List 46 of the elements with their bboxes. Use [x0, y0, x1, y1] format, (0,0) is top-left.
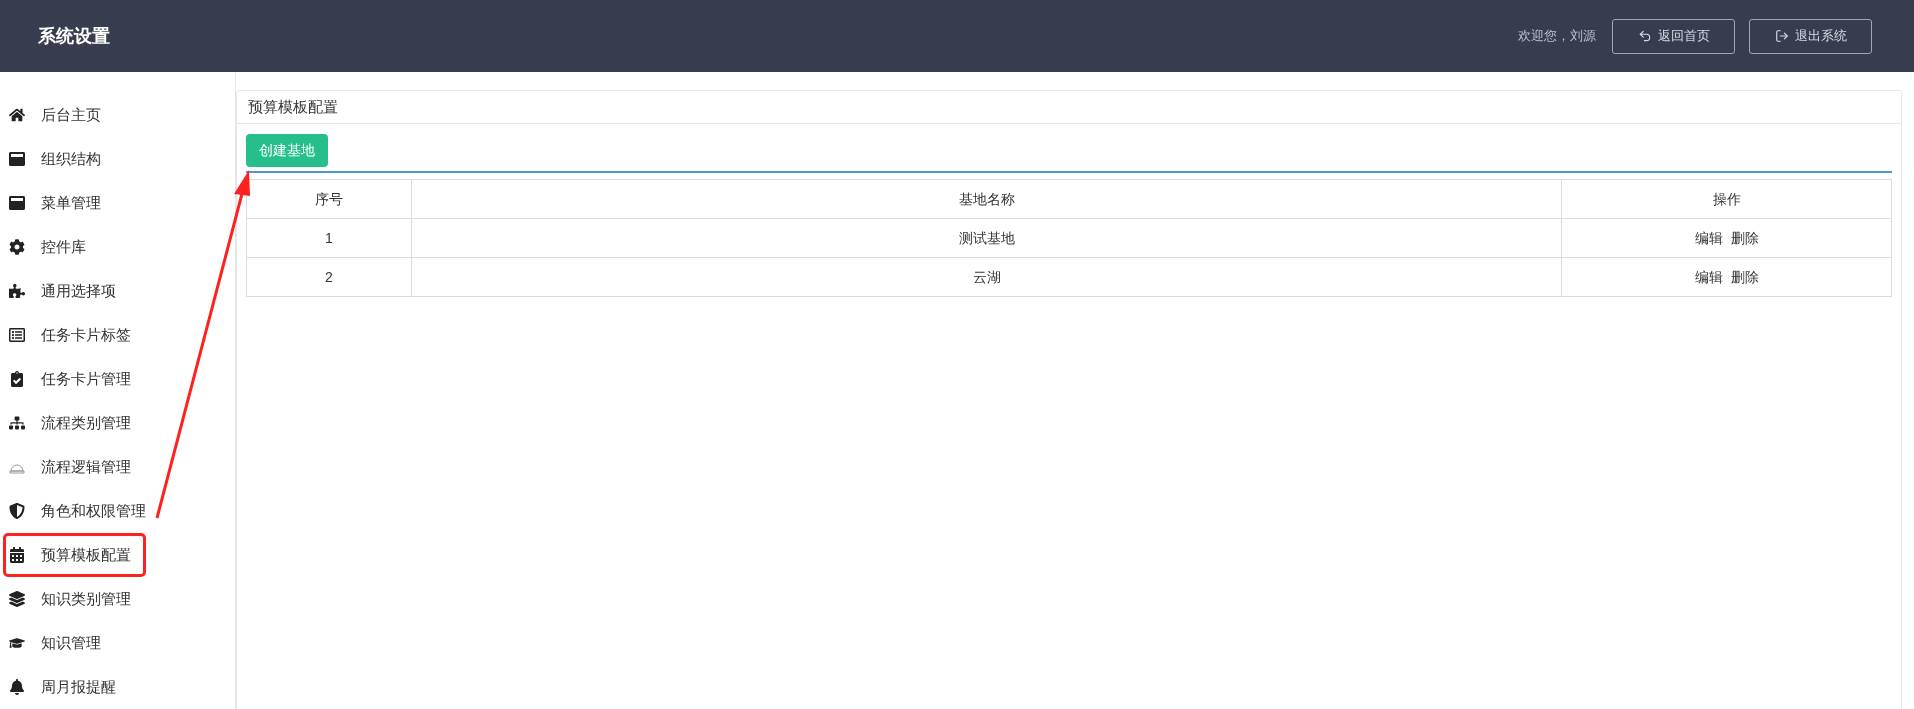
sidebar-item[interactable]: 任务卡片标签	[3, 313, 146, 357]
window-icon	[9, 195, 25, 211]
column-header: 基地名称	[411, 179, 1562, 219]
clipboard-check-icon	[9, 371, 25, 387]
sidebar-item[interactable]: 任务卡片管理	[3, 357, 146, 401]
layers-icon	[9, 591, 25, 607]
table-cell: 测试基地	[411, 218, 1562, 258]
column-header: 操作	[1561, 179, 1892, 219]
calendar-icon	[9, 547, 25, 563]
sidebar-item[interactable]: 流程逻辑管理	[3, 445, 146, 489]
puzzle-icon	[9, 283, 25, 299]
sidebar-item[interactable]: 组织结构	[3, 137, 146, 181]
delete-link[interactable]: 删除	[1730, 229, 1759, 246]
bell-icon	[9, 679, 25, 695]
graduation-cap-icon	[9, 635, 25, 651]
sidebar-item[interactable]: 流程类别管理	[3, 401, 146, 445]
window-icon	[9, 151, 25, 167]
user-name[interactable]: 刘源	[1570, 26, 1596, 46]
sidebar-item[interactable]: 通用选择项	[3, 269, 146, 313]
logout-icon	[1774, 29, 1789, 43]
undo-icon	[1637, 29, 1652, 43]
home-icon	[9, 107, 25, 123]
table-cell: 2	[246, 257, 412, 297]
sidebar-item[interactable]: 角色和权限管理	[3, 489, 146, 533]
panel-title: 预算模板配置	[248, 96, 338, 117]
app-title: 系统设置	[38, 24, 110, 48]
edit-link[interactable]: 编辑	[1694, 229, 1723, 246]
logout-button[interactable]: 退出系统	[1749, 18, 1872, 54]
table-cell: 云湖	[411, 257, 1562, 297]
shield-icon	[9, 503, 25, 519]
column-header: 序号	[246, 179, 412, 219]
list-icon	[9, 327, 25, 343]
welcome-text: 欢迎您，	[1518, 27, 1570, 46]
sidebar-item[interactable]: 菜单管理	[3, 181, 146, 225]
sidebar-item[interactable]: 后台主页	[3, 93, 146, 137]
sidebar-item[interactable]: 知识类别管理	[3, 577, 146, 621]
sidebar-item[interactable]: 知识管理	[3, 621, 146, 665]
sitemap-icon	[9, 415, 25, 431]
edit-link[interactable]: 编辑	[1694, 268, 1723, 285]
gear-icon	[9, 239, 25, 255]
delete-link[interactable]: 删除	[1730, 268, 1759, 285]
table-cell: 1	[246, 218, 412, 258]
sidebar-item[interactable]: 周月报提醒	[3, 665, 146, 709]
sidebar-item[interactable]: 控件库	[3, 225, 146, 269]
home-button[interactable]: 返回首页	[1612, 18, 1735, 54]
sidebar-item[interactable]: 预算模板配置	[3, 533, 146, 577]
